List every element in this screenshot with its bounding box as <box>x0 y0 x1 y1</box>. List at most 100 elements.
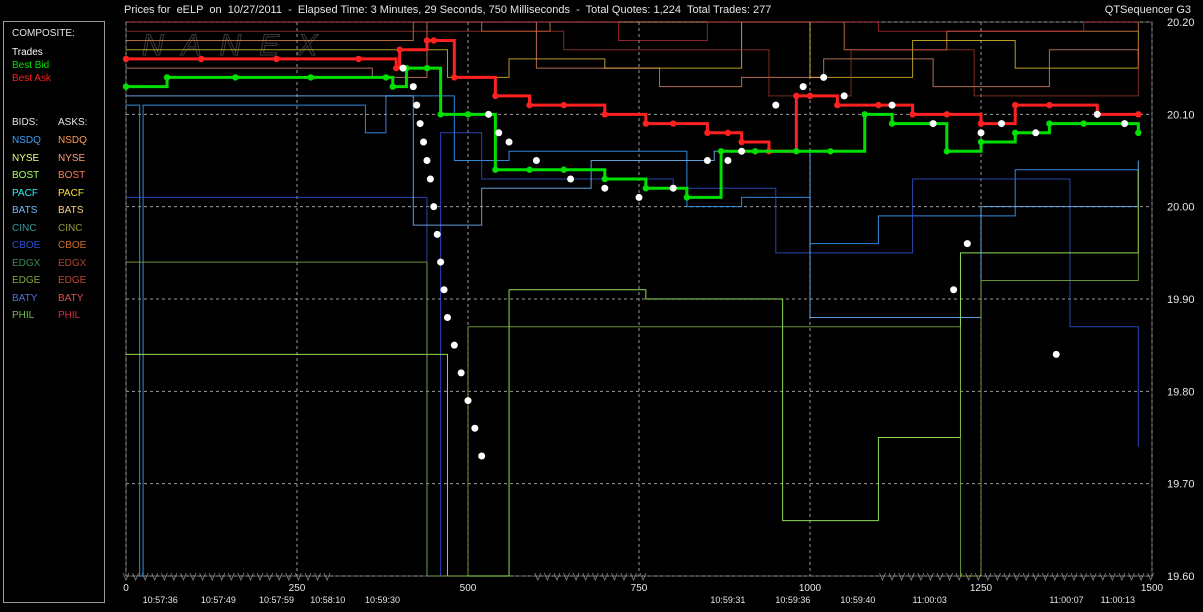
time-label: 11:00:13 <box>1101 595 1135 605</box>
trade-point <box>471 424 479 432</box>
time-label: 10:59:36 <box>775 595 810 605</box>
best-ask-point <box>423 37 431 44</box>
x-tick-label: 250 <box>289 583 306 594</box>
best-bid-point <box>827 148 834 155</box>
time-label: 10:59:30 <box>365 595 400 605</box>
best-ask-point <box>392 64 400 72</box>
best-bid-point <box>861 111 868 118</box>
trade-point <box>450 341 458 349</box>
trade-point <box>669 184 677 192</box>
trade-point <box>430 203 438 211</box>
best-bid-point <box>1080 120 1087 127</box>
best-ask-point <box>601 111 608 118</box>
best-bid-point <box>560 166 567 173</box>
chart-svg: NANEX 20.20 20.10 20.00 19.90 19.80 19.70 19.60… <box>122 17 1195 605</box>
best-ask-point <box>704 129 711 136</box>
trade-point <box>464 397 472 405</box>
best-bid-point <box>423 64 431 72</box>
best-bid-point <box>492 166 499 173</box>
trade-point <box>505 138 513 146</box>
best-bid-point <box>601 175 608 183</box>
time-label: 10:59:40 <box>840 595 875 605</box>
best-ask-point <box>738 138 745 146</box>
trade-point <box>1093 110 1101 118</box>
best-bid-point <box>232 74 239 81</box>
best-ask-point <box>560 101 567 109</box>
best-ask-point <box>526 101 533 109</box>
best-bid-point <box>1135 129 1142 136</box>
y-tick-label: 20.10 <box>1167 109 1195 121</box>
trade-point <box>478 452 486 460</box>
y-tick-label: 19.90 <box>1167 294 1195 306</box>
trade-point <box>888 101 896 109</box>
best-bid-point <box>307 74 314 81</box>
trade-point <box>437 258 445 266</box>
trade-point <box>485 110 493 118</box>
best-ask-point <box>122 55 130 63</box>
time-label: 10:58:10 <box>310 595 345 605</box>
best-bid-point <box>389 83 396 90</box>
best-ask-point <box>1046 101 1053 109</box>
trade-point <box>420 138 428 146</box>
best-ask-point <box>355 55 362 63</box>
trade-point <box>950 286 958 294</box>
trade-point <box>998 120 1006 128</box>
x-tick-label: 1500 <box>1141 583 1164 594</box>
best-ask-point <box>1135 111 1142 118</box>
trade-point <box>929 120 937 128</box>
best-bid-point <box>526 166 533 173</box>
time-label: 11:00:07 <box>1049 595 1083 605</box>
best-ask-point <box>834 101 841 109</box>
trade-point <box>440 286 448 294</box>
trade-point <box>399 64 407 72</box>
trade-point <box>772 101 780 109</box>
trade-point <box>457 369 465 377</box>
trade-point <box>963 240 971 248</box>
trade-point <box>495 129 503 137</box>
trade-point <box>423 157 431 164</box>
trade-point <box>840 92 848 100</box>
trade-point <box>1032 129 1040 137</box>
trade-point <box>426 175 434 183</box>
x-tick-label: 750 <box>631 583 648 594</box>
trade-point <box>409 83 417 91</box>
best-ask-point <box>396 46 403 53</box>
best-ask-point <box>909 111 916 118</box>
trade-point <box>1121 120 1129 128</box>
best-ask-point <box>875 101 882 109</box>
best-ask-point <box>273 55 280 63</box>
trade-point <box>443 313 451 321</box>
best-bid-point <box>464 111 472 118</box>
best-bid-point <box>1012 129 1019 136</box>
time-label: 10:59:31 <box>710 595 745 605</box>
best-ask-point <box>977 120 985 127</box>
best-bid-point <box>683 194 691 201</box>
trade-point <box>433 230 441 238</box>
best-ask-point <box>642 120 650 127</box>
y-tick-label: 19.70 <box>1167 479 1195 491</box>
x-tick-label: 1250 <box>970 583 993 594</box>
x-tick-label: 1000 <box>799 583 822 594</box>
best-ask-point <box>793 92 800 100</box>
best-ask-point <box>943 111 950 118</box>
x-tick-label: 0 <box>123 583 129 594</box>
y-tick-label: 20.20 <box>1167 17 1195 29</box>
best-bid-point <box>1046 120 1053 127</box>
best-bid-point <box>752 148 759 155</box>
y-tick-label: 19.60 <box>1167 571 1195 583</box>
trade-point <box>820 73 828 81</box>
trade-point <box>567 175 575 183</box>
trade-point <box>738 147 746 155</box>
time-label: 10:57:49 <box>201 595 236 605</box>
price-chart: NANEX 20.20 20.10 20.00 19.90 19.80 19.70 19.60… <box>0 0 1203 607</box>
trade-point <box>532 157 540 164</box>
best-ask-point <box>670 120 677 127</box>
best-bid-point <box>977 138 985 146</box>
time-label: 11:00:03 <box>913 595 947 605</box>
trade-point <box>601 184 609 192</box>
best-ask-point <box>492 92 499 100</box>
trade-point <box>799 83 807 91</box>
best-bid-point <box>888 120 896 127</box>
watermark-text: NANEX <box>142 29 335 62</box>
best-bid-point <box>943 148 950 155</box>
